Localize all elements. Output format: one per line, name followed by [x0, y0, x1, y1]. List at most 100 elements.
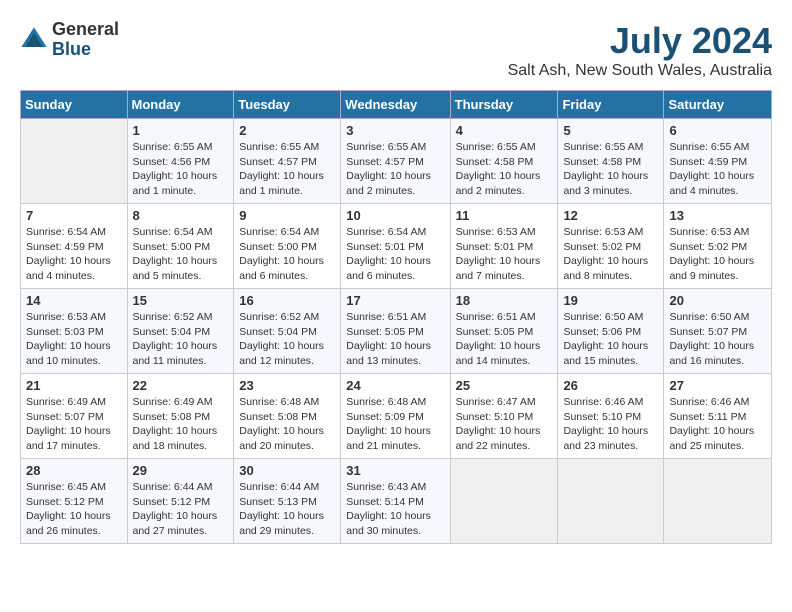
calendar-cell: 7 Sunrise: 6:54 AM Sunset: 4:59 PM Daylig…	[21, 204, 128, 289]
calendar-cell: 18 Sunrise: 6:51 AM Sunset: 5:05 PM Dayli…	[450, 289, 558, 374]
day-info: Sunrise: 6:44 AM Sunset: 5:13 PM Dayligh…	[239, 480, 335, 539]
calendar-cell: 5 Sunrise: 6:55 AM Sunset: 4:58 PM Daylig…	[558, 119, 664, 204]
calendar-cell: 15Sunrise: 6:52 AM Sunset: 5:04 PM Dayli…	[127, 289, 234, 374]
day-info: Sunrise: 6:53 AM Sunset: 5:02 PM Dayligh…	[563, 225, 658, 284]
day-info: Sunrise: 6:48 AM Sunset: 5:09 PM Dayligh…	[346, 395, 444, 454]
calendar-cell: 28 Sunrise: 6:45 AM Sunset: 5:12 PM Dayli…	[21, 459, 128, 544]
day-number: 11	[456, 208, 553, 223]
calendar-cell: 12 Sunrise: 6:53 AM Sunset: 5:02 PM Dayli…	[558, 204, 664, 289]
day-number: 29	[133, 463, 229, 478]
logo-general: General	[52, 20, 119, 40]
calendar-cell: 11 Sunrise: 6:53 AM Sunset: 5:01 PM Dayli…	[450, 204, 558, 289]
day-number: 4	[456, 123, 553, 138]
day-number: 22	[133, 378, 229, 393]
logo-text: General Blue	[52, 20, 119, 60]
day-number: 13	[669, 208, 766, 223]
day-number: 6	[669, 123, 766, 138]
calendar-cell: 27 Sunrise: 6:46 AM Sunset: 5:11 PM Dayli…	[664, 374, 772, 459]
day-info: Sunrise: 6:55 AM Sunset: 4:57 PM Dayligh…	[346, 140, 444, 199]
day-number: 30	[239, 463, 335, 478]
day-info: Sunrise: 6:54 AM Sunset: 5:00 PM Dayligh…	[239, 225, 335, 284]
day-number: 7	[26, 208, 122, 223]
day-number: 27	[669, 378, 766, 393]
day-info: Sunrise: 6:51 AM Sunset: 5:05 PM Dayligh…	[456, 310, 553, 369]
day-number: 16	[239, 293, 335, 308]
day-info: Sunrise: 6:55 AM Sunset: 4:58 PM Dayligh…	[563, 140, 658, 199]
logo: General Blue	[20, 20, 119, 60]
day-info: Sunrise: 6:51 AM Sunset: 5:05 PM Dayligh…	[346, 310, 444, 369]
calendar-cell: 6 Sunrise: 6:55 AM Sunset: 4:59 PM Daylig…	[664, 119, 772, 204]
day-info: Sunrise: 6:50 AM Sunset: 5:07 PM Dayligh…	[669, 310, 766, 369]
day-info: Sunrise: 6:55 AM Sunset: 4:59 PM Dayligh…	[669, 140, 766, 199]
header-wednesday: Wednesday	[341, 91, 450, 119]
calendar-cell: 31 Sunrise: 6:43 AM Sunset: 5:14 PM Dayli…	[341, 459, 450, 544]
day-info: Sunrise: 6:43 AM Sunset: 5:14 PM Dayligh…	[346, 480, 444, 539]
day-info: Sunrise: 6:45 AM Sunset: 5:12 PM Dayligh…	[26, 480, 122, 539]
week-row-5: 28 Sunrise: 6:45 AM Sunset: 5:12 PM Dayli…	[21, 459, 772, 544]
day-number: 31	[346, 463, 444, 478]
day-info: Sunrise: 6:53 AM Sunset: 5:02 PM Dayligh…	[669, 225, 766, 284]
day-info: Sunrise: 6:55 AM Sunset: 4:56 PM Dayligh…	[133, 140, 229, 199]
calendar-cell: 16Sunrise: 6:52 AM Sunset: 5:04 PM Dayli…	[234, 289, 341, 374]
day-info: Sunrise: 6:54 AM Sunset: 5:00 PM Dayligh…	[133, 225, 229, 284]
calendar-cell	[664, 459, 772, 544]
calendar-cell	[21, 119, 128, 204]
day-number: 3	[346, 123, 444, 138]
day-info: Sunrise: 6:50 AM Sunset: 5:06 PM Dayligh…	[563, 310, 658, 369]
calendar-cell: 22 Sunrise: 6:49 AM Sunset: 5:08 PM Dayli…	[127, 374, 234, 459]
calendar-cell: 13 Sunrise: 6:53 AM Sunset: 5:02 PM Dayli…	[664, 204, 772, 289]
header-friday: Friday	[558, 91, 664, 119]
month-title: July 2024	[508, 20, 772, 62]
day-number: 21	[26, 378, 122, 393]
day-info: Sunrise: 6:46 AM Sunset: 5:11 PM Dayligh…	[669, 395, 766, 454]
calendar-cell: 2 Sunrise: 6:55 AM Sunset: 4:57 PM Daylig…	[234, 119, 341, 204]
page-header: General Blue July 2024 Salt Ash, New Sou…	[20, 20, 772, 80]
day-number: 18	[456, 293, 553, 308]
day-number: 26	[563, 378, 658, 393]
day-info: Sunrise: 6:54 AM Sunset: 5:01 PM Dayligh…	[346, 225, 444, 284]
calendar-cell: 19 Sunrise: 6:50 AM Sunset: 5:06 PM Dayli…	[558, 289, 664, 374]
logo-icon	[20, 26, 48, 54]
header-saturday: Saturday	[664, 91, 772, 119]
week-row-4: 21 Sunrise: 6:49 AM Sunset: 5:07 PM Dayli…	[21, 374, 772, 459]
day-info: Sunrise: 6:53 AM Sunset: 5:03 PM Dayligh…	[26, 310, 122, 369]
day-number: 19	[563, 293, 658, 308]
calendar-cell: 14 Sunrise: 6:53 AM Sunset: 5:03 PM Dayli…	[21, 289, 128, 374]
day-info: Sunrise: 6:49 AM Sunset: 5:07 PM Dayligh…	[26, 395, 122, 454]
calendar-cell: 29Sunrise: 6:44 AM Sunset: 5:12 PM Dayli…	[127, 459, 234, 544]
day-number: 14	[26, 293, 122, 308]
day-number: 2	[239, 123, 335, 138]
header-monday: Monday	[127, 91, 234, 119]
calendar-cell: 4Sunrise: 6:55 AM Sunset: 4:58 PM Daylig…	[450, 119, 558, 204]
day-number: 28	[26, 463, 122, 478]
week-row-1: 1Sunrise: 6:55 AM Sunset: 4:56 PM Daylig…	[21, 119, 772, 204]
calendar-cell: 17Sunrise: 6:51 AM Sunset: 5:05 PM Dayli…	[341, 289, 450, 374]
day-info: Sunrise: 6:55 AM Sunset: 4:57 PM Dayligh…	[239, 140, 335, 199]
calendar-cell: 3 Sunrise: 6:55 AM Sunset: 4:57 PM Daylig…	[341, 119, 450, 204]
day-info: Sunrise: 6:53 AM Sunset: 5:01 PM Dayligh…	[456, 225, 553, 284]
calendar-cell: 30 Sunrise: 6:44 AM Sunset: 5:13 PM Dayli…	[234, 459, 341, 544]
calendar-cell: 24 Sunrise: 6:48 AM Sunset: 5:09 PM Dayli…	[341, 374, 450, 459]
header-row: SundayMondayTuesdayWednesdayThursdayFrid…	[21, 91, 772, 119]
day-number: 10	[346, 208, 444, 223]
day-number: 9	[239, 208, 335, 223]
day-number: 25	[456, 378, 553, 393]
logo-blue: Blue	[52, 40, 119, 60]
week-row-2: 7 Sunrise: 6:54 AM Sunset: 4:59 PM Daylig…	[21, 204, 772, 289]
calendar-cell: 23Sunrise: 6:48 AM Sunset: 5:08 PM Dayli…	[234, 374, 341, 459]
calendar-cell: 10 Sunrise: 6:54 AM Sunset: 5:01 PM Dayli…	[341, 204, 450, 289]
day-info: Sunrise: 6:47 AM Sunset: 5:10 PM Dayligh…	[456, 395, 553, 454]
day-info: Sunrise: 6:54 AM Sunset: 4:59 PM Dayligh…	[26, 225, 122, 284]
day-number: 12	[563, 208, 658, 223]
day-number: 24	[346, 378, 444, 393]
header-tuesday: Tuesday	[234, 91, 341, 119]
day-number: 20	[669, 293, 766, 308]
calendar-cell: 9 Sunrise: 6:54 AM Sunset: 5:00 PM Daylig…	[234, 204, 341, 289]
day-info: Sunrise: 6:52 AM Sunset: 5:04 PM Dayligh…	[133, 310, 229, 369]
week-row-3: 14 Sunrise: 6:53 AM Sunset: 5:03 PM Dayli…	[21, 289, 772, 374]
day-info: Sunrise: 6:49 AM Sunset: 5:08 PM Dayligh…	[133, 395, 229, 454]
day-number: 5	[563, 123, 658, 138]
title-block: July 2024 Salt Ash, New South Wales, Aus…	[508, 20, 772, 80]
calendar-table: SundayMondayTuesdayWednesdayThursdayFrid…	[20, 90, 772, 544]
calendar-cell: 25 Sunrise: 6:47 AM Sunset: 5:10 PM Dayli…	[450, 374, 558, 459]
